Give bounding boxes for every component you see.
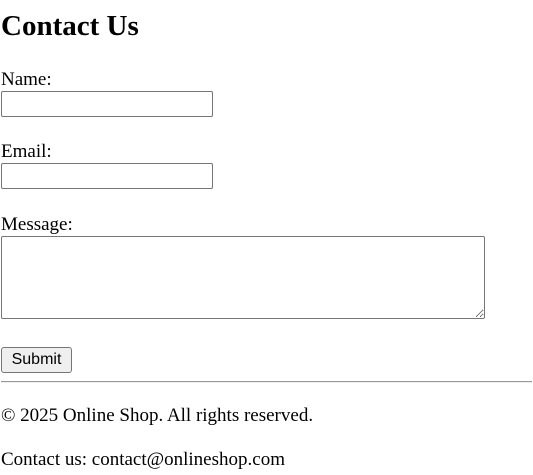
page-title: Contact Us (1, 10, 139, 42)
footer-copyright: © 2025 Online Shop. All rights reserved. (1, 405, 314, 426)
submit-button[interactable]: Submit (1, 347, 72, 373)
contact-page: Contact Us Name: Email: Message: Submit … (0, 0, 533, 475)
name-input[interactable] (1, 91, 213, 117)
footer-divider (1, 381, 532, 383)
message-textarea[interactable] (1, 236, 485, 319)
message-label: Message: (1, 214, 73, 235)
footer-contact: Contact us: contact@onlineshop.com (1, 449, 285, 470)
email-label: Email: (1, 141, 52, 162)
email-input[interactable] (1, 163, 213, 189)
name-label: Name: (1, 69, 52, 90)
